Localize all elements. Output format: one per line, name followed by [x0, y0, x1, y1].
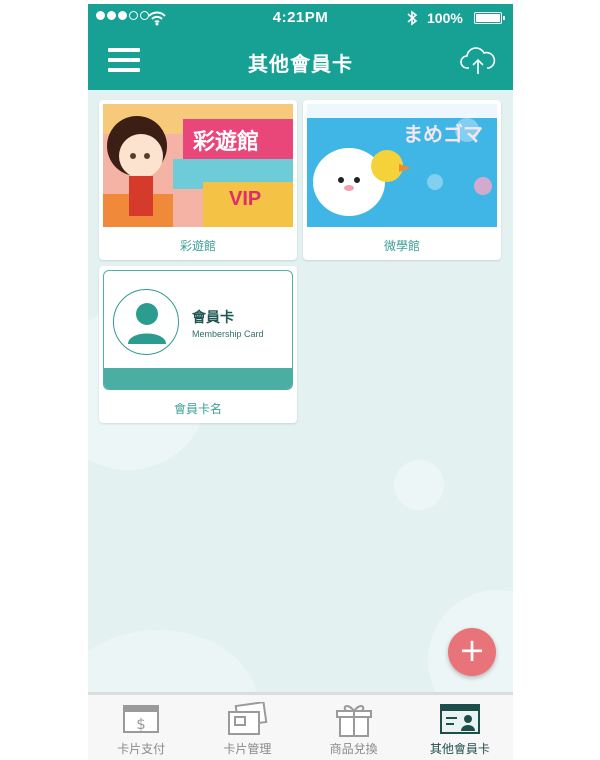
member-card-item[interactable]: 彩遊館 VIP 彩遊館 [99, 100, 297, 260]
card-image: まめゴマ [307, 104, 497, 227]
card-image-title: まめゴマ [403, 122, 483, 146]
battery-percentage: 100% [427, 10, 463, 26]
member-card-item[interactable]: まめゴマ 微學館 [303, 100, 501, 260]
tab-card-payment[interactable]: $ 卡片支付 [88, 695, 194, 760]
card-name: 彩遊館 [179, 239, 216, 253]
app-screen: 4:21PM 100% 其他會員卡 彩遊館 VIP 彩遊館 まめゴマ 微學館 會… [88, 4, 513, 760]
card-management-icon [228, 702, 268, 735]
tab-label: 其他會員卡 [429, 742, 490, 756]
card-band [104, 368, 292, 389]
tab-label: 卡片支付 [117, 742, 166, 756]
card-subtitle: Membership Card [192, 329, 264, 339]
card-title: 會員卡 [192, 310, 234, 326]
member-card-item[interactable]: 會員卡 Membership Card 會員卡名 [99, 266, 297, 423]
card-name: 會員卡名 [173, 402, 222, 416]
card-image-subtitle: VIP [229, 188, 262, 210]
background-bubble [394, 460, 444, 510]
tab-other-member-cards[interactable]: 其他會員卡 [407, 695, 513, 760]
card-payment-icon: $ [123, 705, 160, 733]
membership-card-graphic: 會員卡 Membership Card [103, 270, 293, 390]
navigation-bar: 其他會員卡 [88, 34, 513, 90]
tab-bar: $ 卡片支付 卡片管理 商品兌換 其他會員卡 [88, 692, 513, 760]
card-name: 微學館 [383, 239, 420, 253]
cloud-upload-icon[interactable] [460, 46, 496, 76]
tab-card-management[interactable]: 卡片管理 [194, 695, 300, 760]
tab-label: 卡片管理 [223, 742, 272, 756]
tab-product-exchange[interactable]: 商品兌換 [301, 695, 407, 760]
status-bar: 4:21PM 100% [88, 4, 513, 34]
gift-icon [335, 705, 372, 737]
page-title: 其他會員卡 [248, 52, 353, 76]
user-avatar-icon [113, 289, 179, 355]
card-image: 彩遊館 VIP [103, 104, 293, 227]
svg-text:$: $ [136, 715, 146, 733]
member-card-icon [439, 704, 480, 734]
bluetooth-icon [407, 10, 418, 26]
battery-icon [474, 12, 505, 24]
card-image-title: 彩遊館 [193, 130, 260, 155]
tab-label: 商品兌換 [329, 742, 378, 756]
card-grid: 彩遊館 VIP 彩遊館 まめゴマ 微學館 會員卡 Membership Card… [88, 90, 513, 760]
add-card-button[interactable]: + [448, 628, 496, 676]
